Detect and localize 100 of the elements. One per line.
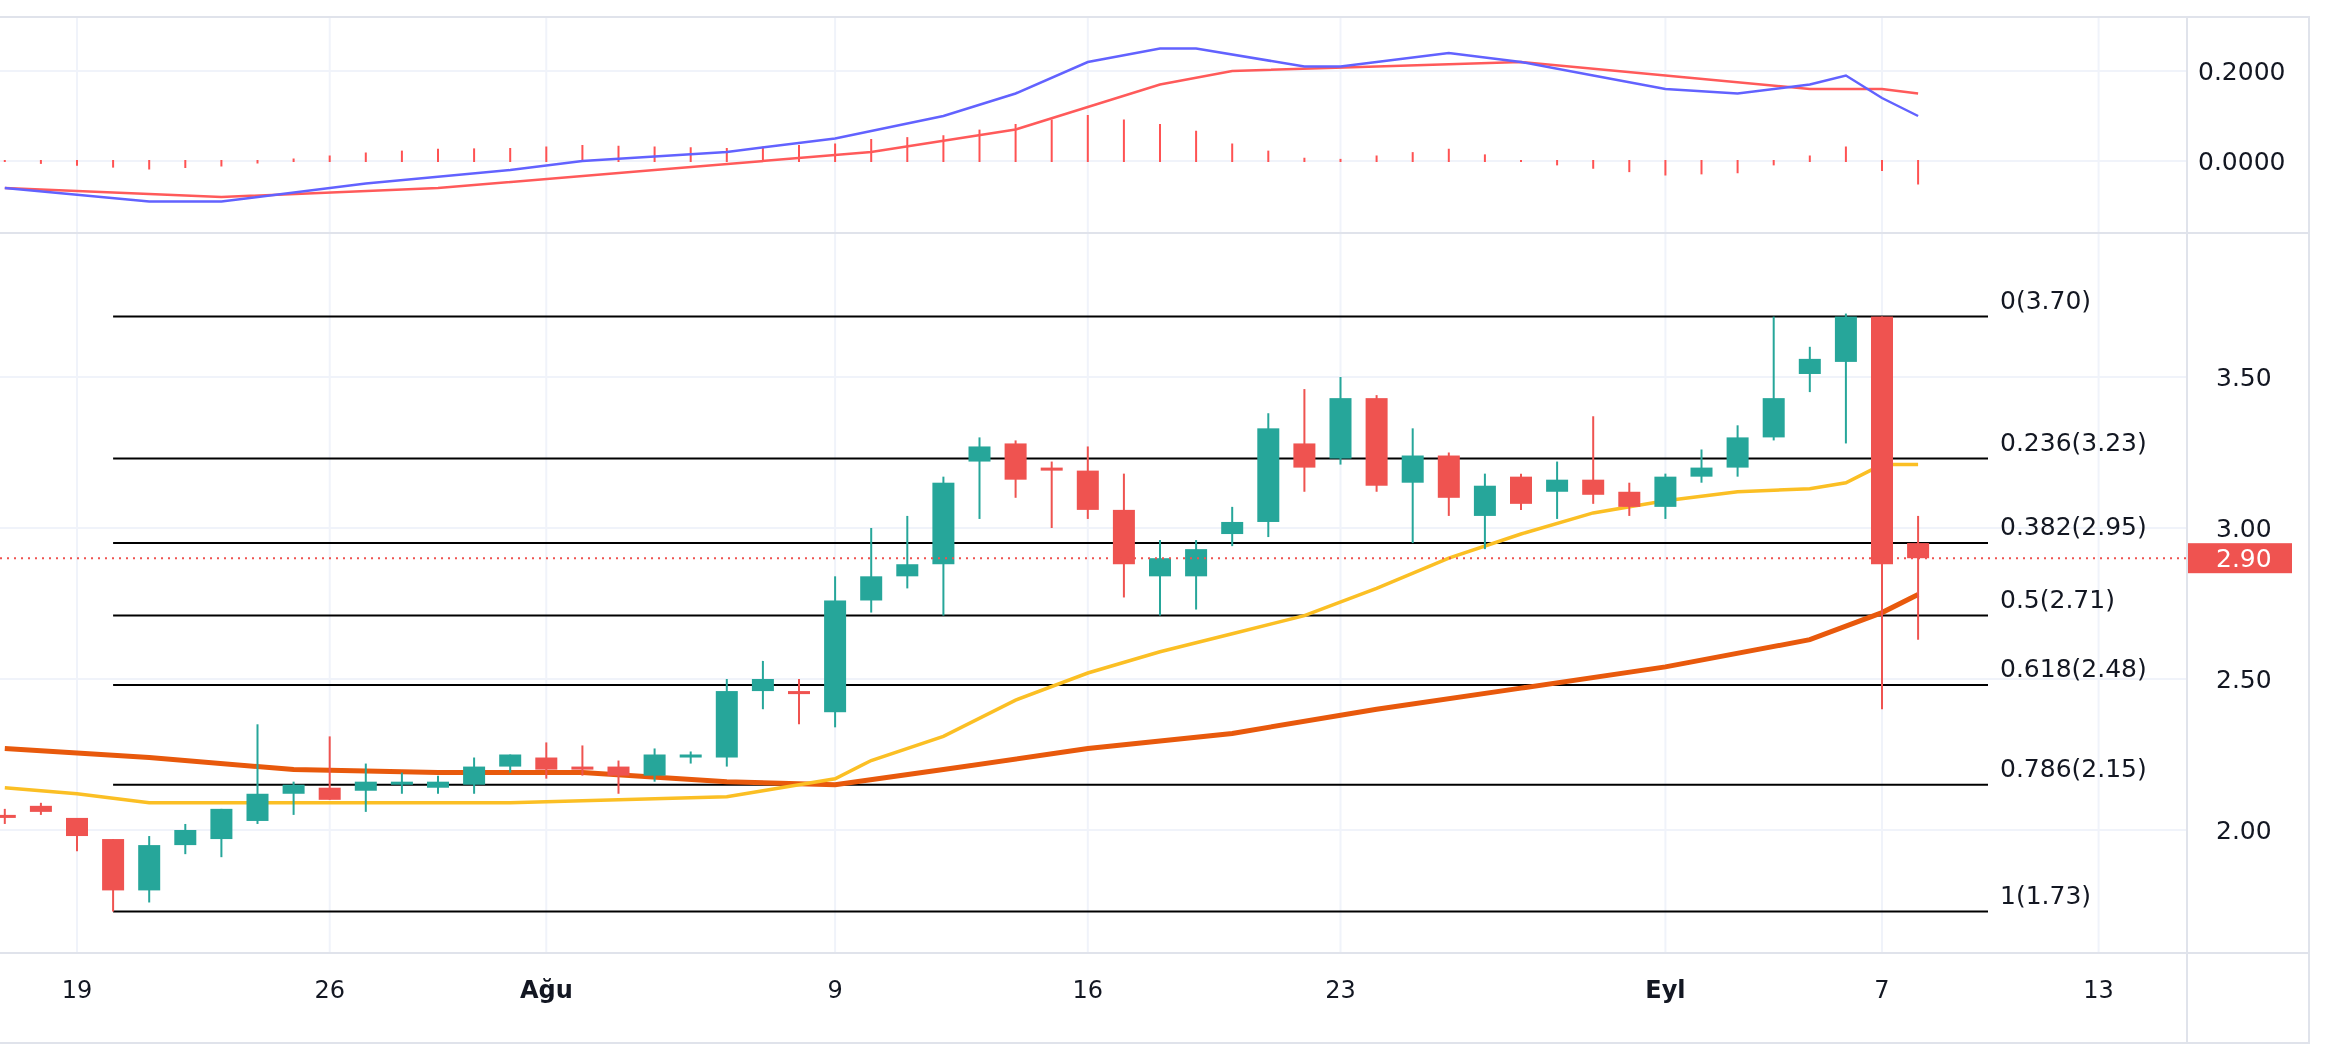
candlestick [1654, 472, 1677, 520]
candlestick [1690, 448, 1713, 484]
candlestick [1726, 424, 1749, 478]
histogram-bar [364, 151, 367, 163]
histogram-bar [545, 145, 548, 163]
fib-level-label: 0.618(2.48) [2000, 654, 2147, 684]
candlestick [427, 774, 449, 795]
time-axis-label: Eyl [1645, 976, 1686, 1004]
histogram-bar [906, 136, 909, 163]
histogram-bar [834, 142, 837, 163]
candlestick [282, 780, 305, 816]
histogram-bar [400, 149, 403, 163]
time-axis-label: 7 [1874, 976, 1890, 1004]
candlestick [1040, 460, 1063, 529]
fib-level-label: 0.786(2.15) [2000, 753, 2147, 783]
histogram-bar [1917, 159, 1920, 186]
time-axis-label: 9 [827, 976, 843, 1004]
histogram-bar [581, 144, 584, 163]
candlestick [1510, 472, 1532, 511]
axis-label: 2.50 [2216, 665, 2272, 694]
histogram-bar [1700, 159, 1703, 176]
histogram-bar [1050, 118, 1053, 163]
histogram-bar [689, 146, 692, 163]
histogram-bar [1556, 159, 1559, 167]
histogram-bar [1483, 153, 1486, 163]
histogram-bar [1375, 154, 1378, 163]
candlestick [390, 771, 413, 795]
histogram-bar [1303, 156, 1306, 163]
fib-level-label: 1(1.73) [2000, 880, 2092, 910]
time-axis-label: 16 [1072, 976, 1104, 1004]
candlestick [0, 807, 16, 825]
histogram-bar [1122, 118, 1125, 163]
histogram-bar [1231, 142, 1234, 163]
histogram-bar [1267, 149, 1270, 163]
candlestick [29, 801, 52, 816]
axis-label: 3.50 [2216, 363, 2272, 392]
time-axis-label: Ağu [519, 976, 573, 1004]
candlestick [138, 835, 161, 904]
histogram-bar [725, 147, 728, 163]
candlestick [1798, 345, 1821, 394]
histogram-bar [1808, 154, 1811, 163]
candlestick [607, 759, 630, 795]
last-price-label: 2.90 [2188, 543, 2293, 574]
histogram-bar [1772, 159, 1775, 167]
candlestick [499, 753, 522, 774]
fib-level-label: 0.236(3.23) [2000, 427, 2147, 457]
candlestick [354, 762, 377, 813]
histogram-bar [256, 159, 259, 165]
candlestick [571, 744, 594, 777]
fib-level-label: 0.382(2.95) [2000, 512, 2147, 542]
histogram-bar [3, 159, 6, 163]
histogram-bar [978, 128, 981, 163]
histogram-bar [112, 159, 115, 169]
axis-label: 0.0000 [2198, 147, 2286, 176]
candlestick [679, 750, 702, 765]
histogram-bar [1411, 151, 1414, 163]
time-axis-label: 19 [61, 976, 93, 1004]
time-axis-label: 26 [314, 976, 345, 1004]
histogram-bar [1628, 159, 1631, 174]
histogram-bar [942, 134, 945, 163]
histogram-bar [292, 157, 295, 163]
axis-label: 2.00 [2216, 816, 2272, 845]
histogram-bar [328, 154, 331, 163]
histogram-bar [509, 147, 512, 163]
time-axis-label: 23 [1325, 976, 1356, 1004]
candlestick [210, 807, 233, 859]
histogram-bar [1844, 145, 1847, 163]
axis-label: 0.2000 [2198, 57, 2286, 86]
histogram-bar [1086, 114, 1089, 163]
candlestick [1004, 439, 1027, 499]
candlestick [751, 659, 774, 711]
candlestick [788, 678, 810, 726]
histogram-bar [1339, 157, 1342, 163]
histogram-bar [1664, 159, 1667, 177]
candlestick [535, 741, 558, 780]
histogram-bar [617, 144, 620, 163]
histogram-bar [1014, 123, 1017, 163]
candlestick [66, 816, 88, 853]
histogram-bar [870, 138, 873, 163]
candlestick [643, 747, 666, 783]
candlestick [1437, 451, 1460, 517]
axis-label: 3.00 [2216, 514, 2272, 543]
histogram-bar [184, 159, 187, 169]
candlestick [1185, 539, 1208, 611]
candlestick [1221, 505, 1244, 548]
histogram-bar [473, 147, 476, 163]
fib-level-label: 0.5(2.71) [2000, 584, 2115, 614]
histogram-bar [1447, 147, 1450, 163]
candlestick [174, 822, 197, 856]
histogram-bar [1592, 159, 1595, 170]
histogram-bar [653, 145, 656, 163]
histogram-bar [220, 159, 223, 168]
time-axis-label: 13 [2083, 976, 2114, 1004]
histogram-bar [1195, 129, 1198, 163]
candlestick [1618, 481, 1641, 517]
candlestick [318, 735, 341, 801]
histogram-bar [39, 159, 42, 165]
fib-level-label: 0(3.70) [2000, 285, 2092, 315]
histogram-bar [1736, 159, 1739, 175]
candlestick [1546, 460, 1569, 520]
